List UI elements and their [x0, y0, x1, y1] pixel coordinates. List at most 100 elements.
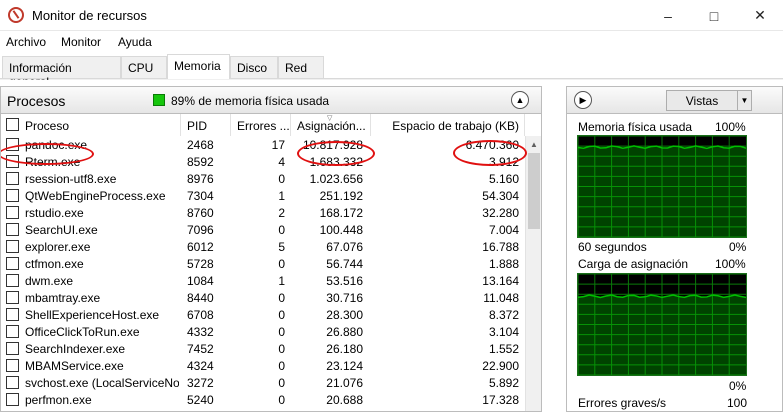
graph-area [578, 145, 746, 237]
menu-item-ayuda[interactable]: Ayuda [118, 35, 152, 49]
process-hard-faults: 0 [278, 308, 285, 322]
row-checkbox[interactable] [6, 393, 19, 406]
table-row[interactable]: svchost.exe (LocalServiceNo... 3272 0 21.07… [1, 374, 525, 391]
table-row[interactable]: SearchUI.exe 7096 0 100.448 7.004 [1, 221, 525, 238]
tab-disco[interactable]: Disco [230, 56, 278, 78]
graph-2-min: 0% [729, 379, 747, 393]
table-row[interactable]: perfmon.exe 5240 0 20.688 17.328 [1, 391, 525, 408]
chevron-down-icon[interactable]: ▼ [738, 90, 752, 111]
column-header-proceso[interactable]: Proceso [1, 114, 181, 136]
vertical-scrollbar[interactable]: ▲ [525, 136, 541, 411]
row-checkbox[interactable] [6, 308, 19, 321]
collapse-icon[interactable]: ▲ [511, 91, 529, 109]
process-working-set: 22.900 [482, 359, 519, 373]
row-checkbox[interactable] [6, 342, 19, 355]
process-pid: 4332 [187, 325, 214, 339]
process-hard-faults: 0 [278, 342, 285, 356]
app-icon [8, 7, 24, 23]
table-row[interactable]: dwm.exe 1084 1 53.516 13.164 [1, 272, 525, 289]
process-hard-faults: 0 [278, 325, 285, 339]
sort-descending-icon: ▽ [327, 115, 333, 122]
graph-2-max: 100% [715, 257, 746, 271]
process-pid: 7096 [187, 223, 214, 237]
process-working-set: 16.788 [482, 240, 519, 254]
minimize-icon[interactable]: – [645, 0, 691, 31]
tab-cpu[interactable]: CPU [121, 56, 167, 78]
process-commit: 30.716 [326, 291, 363, 305]
table-row[interactable]: explorer.exe 6012 5 67.076 16.788 [1, 238, 525, 255]
row-checkbox[interactable] [6, 376, 19, 389]
process-working-set: 5.160 [488, 172, 519, 186]
table-row[interactable]: QtWebEngineProcess.exe 7304 1 251.192 54.304 [1, 187, 525, 204]
process-working-set: 13.164 [482, 274, 519, 288]
process-commit: 10.817.928 [302, 138, 363, 152]
table-row[interactable]: rstudio.exe 8760 2 168.172 32.280 [1, 204, 525, 221]
processes-panel: Procesos 89% de memoria física usada ▲ P… [0, 86, 542, 412]
column-header-pid[interactable]: PID [181, 114, 231, 136]
row-checkbox[interactable] [6, 240, 19, 253]
scroll-up-icon[interactable]: ▲ [526, 136, 541, 152]
process-hard-faults: 5 [278, 240, 285, 254]
row-checkbox[interactable] [6, 155, 19, 168]
process-working-set: 32.280 [482, 206, 519, 220]
process-working-set: 5.892 [488, 376, 519, 390]
graph-commit-charge [577, 273, 747, 376]
table-row[interactable]: ctfmon.exe 5728 0 56.744 1.888 [1, 255, 525, 272]
row-checkbox[interactable] [6, 359, 19, 372]
process-working-set: 3.912 [488, 155, 519, 169]
process-name: MBAMService.exe [25, 359, 124, 373]
row-checkbox[interactable] [6, 138, 19, 151]
table-row[interactable]: Rterm.exe 8592 4 1.683.332 3.912 [1, 153, 525, 170]
graphs-header: ▶ Vistas ▼ [567, 87, 782, 114]
maximize-icon[interactable]: □ [691, 0, 737, 31]
table-row[interactable]: SearchIndexer.exe 7452 0 26.180 1.552 [1, 340, 525, 357]
table-row[interactable]: MBAMService.exe 4324 0 23.124 22.900 [1, 357, 525, 374]
scrollbar-thumb[interactable] [528, 153, 540, 229]
process-commit: 23.124 [326, 359, 363, 373]
menu-item-monitor[interactable]: Monitor [61, 35, 101, 49]
close-icon[interactable]: ✕ [737, 0, 783, 31]
process-commit: 67.076 [326, 240, 363, 254]
row-checkbox[interactable] [6, 223, 19, 236]
graph-1-title: Memoria física usada [578, 120, 693, 134]
process-name: ShellExperienceHost.exe [25, 308, 160, 322]
process-hard-faults: 0 [278, 223, 285, 237]
row-checkbox[interactable] [6, 172, 19, 185]
table-row[interactable]: mbamtray.exe 8440 0 30.716 11.048 [1, 289, 525, 306]
row-checkbox[interactable] [6, 189, 19, 202]
process-pid: 8760 [187, 206, 214, 220]
tab-red[interactable]: Red [278, 56, 324, 78]
table-row[interactable]: ShellExperienceHost.exe 6708 0 28.300 8.372 [1, 306, 525, 323]
process-hard-faults: 17 [271, 138, 285, 152]
views-button[interactable]: Vistas [666, 90, 738, 111]
tab-informacion-general[interactable]: Información general [2, 56, 121, 89]
process-pid: 4324 [187, 359, 214, 373]
process-pid: 8440 [187, 291, 214, 305]
menu-item-archivo[interactable]: Archivo [6, 35, 46, 49]
table-row[interactable]: OfficeClickToRun.exe 4332 0 26.880 3.104 [1, 323, 525, 340]
menu-bar: Archivo Monitor Ayuda [0, 31, 783, 53]
row-checkbox[interactable] [6, 274, 19, 287]
process-pid: 3272 [187, 376, 214, 390]
column-header-errores[interactable]: Errores ... [231, 114, 291, 136]
process-hard-faults: 4 [278, 155, 285, 169]
table-row[interactable]: rsession-utf8.exe 8976 0 1.023.656 5.160 [1, 170, 525, 187]
tab-memoria[interactable]: Memoria [167, 54, 230, 79]
main-area: Procesos 89% de memoria física usada ▲ P… [0, 80, 783, 412]
process-hard-faults: 0 [278, 393, 285, 407]
processes-header[interactable]: Procesos 89% de memoria física usada ▲ [1, 87, 541, 114]
title-bar: Monitor de recursos – □ ✕ [0, 0, 783, 31]
column-header-espacio-trabajo[interactable]: Espacio de trabajo (KB) [371, 114, 525, 136]
process-commit: 251.192 [319, 189, 363, 203]
process-pid: 1084 [187, 274, 214, 288]
table-row[interactable]: pandoc.exe 2468 17 10.817.928 6.470.360 [1, 136, 525, 153]
select-all-checkbox[interactable] [6, 118, 19, 131]
row-checkbox[interactable] [6, 206, 19, 219]
process-pid: 2468 [187, 138, 214, 152]
row-checkbox[interactable] [6, 325, 19, 338]
process-working-set: 8.372 [488, 308, 519, 322]
row-checkbox[interactable] [6, 291, 19, 304]
row-checkbox[interactable] [6, 257, 19, 270]
expand-icon[interactable]: ▶ [574, 91, 592, 109]
process-name: dwm.exe [25, 274, 74, 288]
